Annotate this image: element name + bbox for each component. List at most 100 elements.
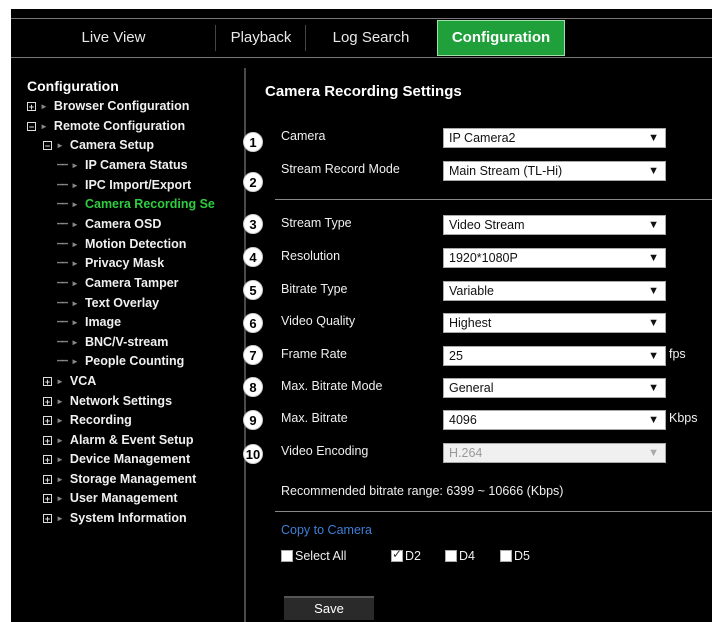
checkbox-checked-icon[interactable] xyxy=(391,547,403,562)
top-tab-bar: Live View Playback Log Search Configurat… xyxy=(11,18,712,58)
arrow-right-icon: ► xyxy=(56,140,64,150)
video-encoding-select: H.264 ▼ xyxy=(443,443,666,463)
max-bitrate-select[interactable]: 4096 ▼ xyxy=(443,410,666,430)
chevron-down-icon: ▼ xyxy=(648,317,659,329)
bitrate-type-select[interactable]: Variable ▼ xyxy=(443,281,666,301)
select-value: H.264 xyxy=(449,446,483,460)
tab-configuration[interactable]: Configuration xyxy=(437,20,565,56)
tree-item-label: Image xyxy=(84,315,122,329)
tree-item-bnc-v-stream[interactable]: ╌╌ ► BNC/V-stream xyxy=(57,333,168,351)
save-button[interactable]: Save xyxy=(284,596,374,620)
expand-icon[interactable]: + xyxy=(43,436,52,446)
tree-item-alarm-event-setup[interactable]: + ► Alarm & Event Setup xyxy=(43,431,194,449)
stream-record-mode-label: Stream Record Mode xyxy=(281,162,400,176)
checkbox-icon[interactable] xyxy=(445,550,457,562)
tree-item-label: BNC/V-stream xyxy=(84,335,169,349)
max-bitrate-unit: Kbps xyxy=(669,411,698,425)
tree-item-motion-detection[interactable]: ╌╌ ► Motion Detection xyxy=(57,235,186,253)
expand-icon[interactable]: + xyxy=(43,455,52,465)
select-value: IP Camera2 xyxy=(449,131,516,145)
tree-item-image[interactable]: ╌╌ ► Image xyxy=(57,313,121,331)
expand-icon[interactable]: + xyxy=(43,377,52,387)
expand-icon[interactable]: + xyxy=(43,397,52,407)
divider xyxy=(275,511,712,512)
arrow-right-icon: ► xyxy=(56,376,64,386)
tree-item-label: IP Camera Status xyxy=(84,158,188,172)
callout-number: 4 xyxy=(243,247,263,267)
arrow-right-icon: ► xyxy=(71,278,79,288)
tree-item-label: Camera OSD xyxy=(84,217,162,231)
tree-item-recording[interactable]: + ► Recording xyxy=(43,411,132,429)
select-all-checkbox[interactable]: Select All xyxy=(281,549,346,563)
video-quality-label: Video Quality xyxy=(281,314,356,328)
camera-select[interactable]: IP Camera2 ▼ xyxy=(443,128,666,148)
callout-number: 5 xyxy=(243,280,263,300)
arrow-right-icon: ► xyxy=(40,101,48,111)
tab-log-search[interactable]: Log Search xyxy=(306,19,436,57)
tree-item-storage-management[interactable]: + ► Storage Management xyxy=(43,470,196,488)
tree-item-ip-camera-status[interactable]: ╌╌ ► IP Camera Status xyxy=(57,156,188,174)
expand-icon[interactable]: + xyxy=(27,102,36,112)
tree-item-label: Remote Configuration xyxy=(53,119,186,133)
tree-item-label: Camera Tamper xyxy=(84,276,179,290)
video-quality-select[interactable]: Highest ▼ xyxy=(443,313,666,333)
tree-item-label: Device Management xyxy=(69,452,191,466)
camera-label: Camera xyxy=(281,129,326,143)
expand-icon[interactable]: + xyxy=(43,416,52,426)
stream-type-select[interactable]: Video Stream ▼ xyxy=(443,215,666,235)
tree-item-browser-configuration[interactable]: + ► Browser Configuration xyxy=(27,97,189,115)
expand-icon[interactable]: + xyxy=(43,494,52,504)
callout-number: 8 xyxy=(243,377,263,397)
arrow-right-icon: ► xyxy=(56,493,64,503)
arrow-right-icon: ► xyxy=(56,474,64,484)
callout-number: 7 xyxy=(243,345,263,365)
tree-item-label: Camera Setup xyxy=(69,138,154,152)
checkbox-d5[interactable]: D5 xyxy=(500,549,530,563)
arrow-right-icon: ► xyxy=(71,317,79,327)
checkbox-label: D2 xyxy=(405,549,421,563)
frame-rate-select[interactable]: 25 ▼ xyxy=(443,346,666,366)
checkbox-d4[interactable]: D4 xyxy=(445,549,475,563)
tree-item-people-counting[interactable]: ╌╌ ► People Counting xyxy=(57,352,184,370)
arrow-right-icon: ► xyxy=(56,513,64,523)
tree-connector-icon: ╌╌ xyxy=(57,336,68,348)
tree-item-camera-recording-settings[interactable]: ╌╌ ► Camera Recording Se xyxy=(57,195,215,213)
tree-item-camera-osd[interactable]: ╌╌ ► Camera OSD xyxy=(57,215,161,233)
arrow-right-icon: ► xyxy=(71,298,79,308)
tree-item-ipc-import-export[interactable]: ╌╌ ► IPC Import/Export xyxy=(57,176,191,194)
chevron-down-icon: ▼ xyxy=(648,447,659,459)
tree-item-camera-setup[interactable]: − ► Camera Setup xyxy=(43,136,154,154)
tree-item-privacy-mask[interactable]: ╌╌ ► Privacy Mask xyxy=(57,254,164,272)
copy-to-camera-title: Copy to Camera xyxy=(281,523,373,537)
tree-item-label: Text Overlay xyxy=(84,296,160,310)
callout-number: 10 xyxy=(243,444,263,464)
stream-record-mode-select[interactable]: Main Stream (TL-Hi) ▼ xyxy=(443,161,666,181)
collapse-icon[interactable]: − xyxy=(27,122,36,132)
select-value: Highest xyxy=(449,316,492,330)
tab-playback[interactable]: Playback xyxy=(216,19,306,57)
checkbox-d2[interactable]: D2 xyxy=(391,547,421,563)
expand-icon[interactable]: + xyxy=(43,514,52,524)
checkbox-icon[interactable] xyxy=(500,550,512,562)
tab-live-view[interactable]: Live View xyxy=(11,19,216,57)
tree-item-camera-tamper[interactable]: ╌╌ ► Camera Tamper xyxy=(57,274,179,292)
tree-item-label: Motion Detection xyxy=(84,237,187,251)
tree-item-text-overlay[interactable]: ╌╌ ► Text Overlay xyxy=(57,294,159,312)
tree-item-remote-configuration[interactable]: − ► Remote Configuration xyxy=(27,117,185,135)
chevron-down-icon: ▼ xyxy=(648,165,659,177)
tree-item-vca[interactable]: + ► VCA xyxy=(43,372,96,390)
tree-item-user-management[interactable]: + ► User Management xyxy=(43,489,178,507)
arrow-right-icon: ► xyxy=(56,396,64,406)
collapse-icon[interactable]: − xyxy=(43,141,52,151)
chevron-down-icon: ▼ xyxy=(648,219,659,231)
select-value: Variable xyxy=(449,284,494,298)
resolution-select[interactable]: 1920*1080P ▼ xyxy=(443,248,666,268)
arrow-right-icon: ► xyxy=(71,239,79,249)
tree-connector-icon: ╌╌ xyxy=(57,198,68,210)
tree-item-device-management[interactable]: + ► Device Management xyxy=(43,450,190,468)
expand-icon[interactable]: + xyxy=(43,475,52,485)
tree-item-system-information[interactable]: + ► System Information xyxy=(43,509,187,527)
checkbox-icon[interactable] xyxy=(281,550,293,562)
max-bitrate-mode-select[interactable]: General ▼ xyxy=(443,378,666,398)
tree-item-network-settings[interactable]: + ► Network Settings xyxy=(43,392,172,410)
